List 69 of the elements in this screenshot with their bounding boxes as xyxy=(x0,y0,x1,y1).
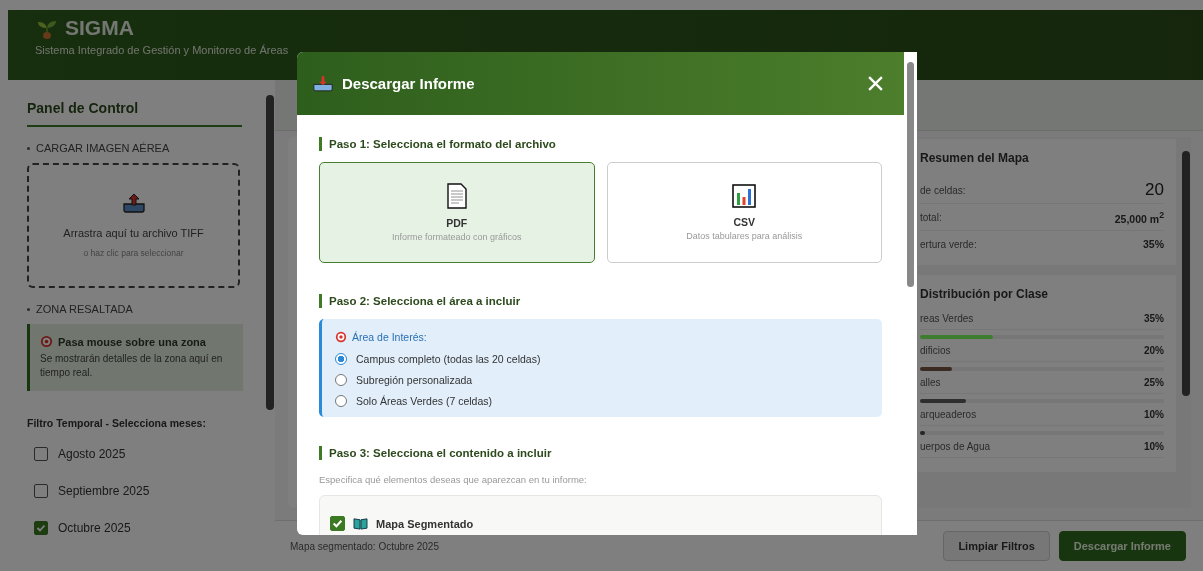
bar-chart-icon xyxy=(732,184,757,208)
status-text: Mapa segmentado: Octubre 2025 xyxy=(290,540,439,552)
app-subtitle: Sistema Integrado de Gestión y Monitoreo de Áreas xyxy=(35,44,290,56)
app-title: SIGMA xyxy=(65,16,134,40)
close-button[interactable] xyxy=(867,75,884,92)
radio-button[interactable] xyxy=(335,394,347,407)
format-option[interactable]: CSV Datos tabulares para análisis xyxy=(606,162,882,263)
card-title: Resumen del Mapa xyxy=(920,151,1030,165)
section-heading: ZONA RESALTADA xyxy=(36,303,133,315)
radio-label: Solo Áreas Verdes (7 celdas) xyxy=(356,394,492,407)
class-percent: 25% xyxy=(1144,377,1164,388)
stat-label: total: xyxy=(920,211,942,223)
close-icon xyxy=(867,75,884,92)
class-label: dificios xyxy=(920,345,951,356)
stat-value: 35% xyxy=(1143,238,1164,250)
radio-button[interactable] xyxy=(335,352,347,365)
zone-title: Pasa mouse sobre una zona xyxy=(58,335,206,348)
format-description: Datos tabulares para análisis xyxy=(686,231,803,241)
zone-description: Se mostrarán detalles de la zona aquí en tiempo real. xyxy=(40,352,224,380)
panel-title: Panel de Control xyxy=(27,100,242,127)
stat-value: 25,000 m$^{2}$ xyxy=(1114,209,1164,225)
card-title: Distribución por Clase xyxy=(920,287,1050,301)
format-label: PDF xyxy=(446,217,468,229)
clear-filters-button[interactable]: Limpiar Filtros xyxy=(943,531,1050,561)
dropzone-text: Arrastra aquí tu archivo TIFF xyxy=(63,227,204,239)
class-label: reas Verdes xyxy=(920,313,974,324)
step-title: Paso 1: Selecciona el formato del archivo xyxy=(319,137,882,151)
checkmark-icon xyxy=(332,518,343,529)
target-icon xyxy=(335,331,347,343)
month-label: Septiembre 2025 xyxy=(58,484,150,498)
download-icon xyxy=(312,75,334,92)
stat-label: ertura verde: xyxy=(920,238,977,250)
dialog-title: Descargar Informe xyxy=(342,75,476,92)
month-label: Octubre 2025 xyxy=(58,521,131,535)
section-heading: CARGAR IMAGEN AÉREA xyxy=(36,142,170,154)
step-title: Paso 2: Selecciona el área a incluir xyxy=(319,294,882,308)
month-checkbox[interactable] xyxy=(34,521,48,535)
target-icon xyxy=(40,335,53,348)
class-percent: 20% xyxy=(1144,345,1164,356)
area-label: Área de Interés: xyxy=(352,331,427,343)
class-percent: 10% xyxy=(1144,409,1164,420)
class-percent: 10% xyxy=(1144,441,1164,452)
month-checkbox[interactable] xyxy=(34,484,48,498)
bullet-icon xyxy=(27,146,30,150)
class-label: uerpos de Agua xyxy=(920,441,991,452)
radio-label: Campus completo (todas las 20 celdas) xyxy=(356,352,541,365)
document-icon xyxy=(446,183,467,209)
download-button[interactable]: Descargar Informe xyxy=(1058,531,1186,561)
radio-button[interactable] xyxy=(335,373,347,386)
class-label: arqueaderos xyxy=(920,409,977,420)
month-checkbox[interactable] xyxy=(34,447,48,461)
bullet-icon xyxy=(27,307,30,311)
content-checkbox[interactable] xyxy=(330,516,345,531)
class-label: alles xyxy=(920,377,941,388)
stat-label: de celdas: xyxy=(920,184,966,196)
stat-value: 20 xyxy=(1145,180,1164,200)
checkmark-icon xyxy=(36,523,46,533)
format-label: CSV xyxy=(733,216,756,228)
step-title: Paso 3: Selecciona el contenido a incluir xyxy=(319,446,882,460)
class-percent: 35% xyxy=(1144,313,1164,324)
upload-icon xyxy=(121,193,146,213)
step-hint: Especifica qué elementos deseas que aparezcan en tu informe: xyxy=(319,474,588,485)
format-description: Informe formateado con gráficos xyxy=(391,232,522,242)
radio-label: Subregión personalizada xyxy=(356,373,473,386)
month-label: Agosto 2025 xyxy=(58,447,126,461)
content-label: Mapa Segmentado xyxy=(376,517,474,530)
format-option[interactable]: PDF Informe formateado con gráficos xyxy=(319,162,595,263)
book-icon xyxy=(353,517,368,530)
filter-label: Filtro Temporal - Selecciona meses: xyxy=(27,417,207,429)
